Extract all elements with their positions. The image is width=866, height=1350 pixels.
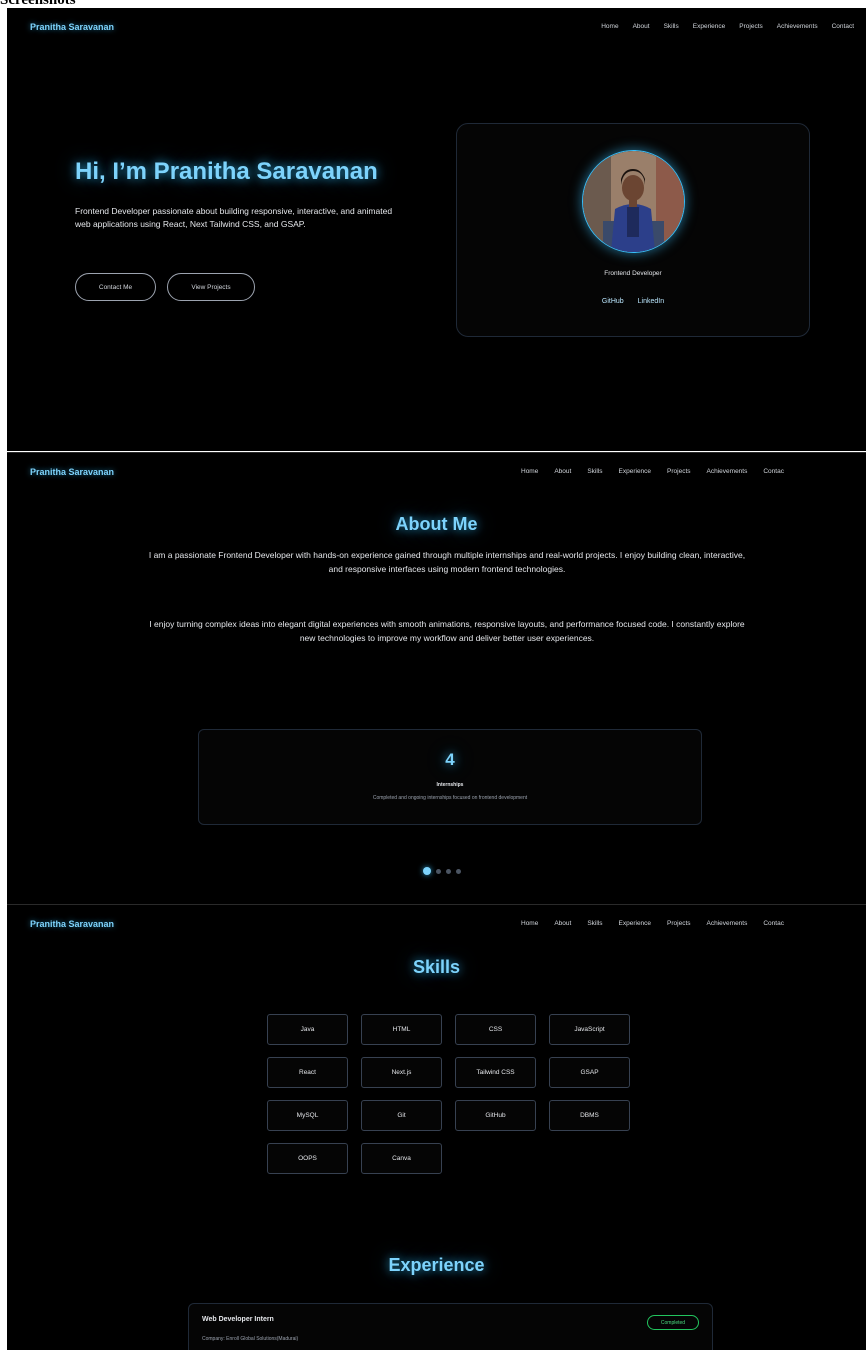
skill-chip: GSAP — [549, 1057, 630, 1088]
view-projects-button[interactable]: View Projects — [167, 273, 255, 301]
profile-avatar — [582, 150, 685, 253]
experience-company: Company: Enroll Global Solutions(Madurai… — [202, 1336, 299, 1342]
nav-links: Home About Skills Experience Projects Ac… — [521, 920, 784, 927]
nav-projects[interactable]: Projects — [739, 23, 762, 30]
profile-role: Frontend Developer — [604, 270, 662, 277]
linkedin-link[interactable]: LinkedIn — [638, 298, 664, 305]
brand-logo[interactable]: Pranitha Saravanan — [30, 919, 114, 929]
skill-chip: CSS — [455, 1014, 536, 1045]
profile-photo — [583, 151, 684, 252]
nav-skills[interactable]: Skills — [587, 920, 602, 927]
hero-screen: Pranitha Saravanan Home About Skills Exp… — [7, 8, 866, 451]
skill-chip: OOPS — [267, 1143, 348, 1174]
skill-chip: React — [267, 1057, 348, 1088]
skill-chip: Git — [361, 1100, 442, 1131]
experience-title: Experience — [388, 1255, 485, 1275]
skill-chip: JavaScript — [549, 1014, 630, 1045]
navbar: Pranitha Saravanan Home About Skills Exp… — [7, 905, 866, 945]
about-title: About Me — [395, 514, 478, 534]
nav-experience[interactable]: Experience — [693, 23, 726, 30]
nav-projects[interactable]: Projects — [667, 920, 690, 927]
skill-chip: DBMS — [549, 1100, 630, 1131]
hero-title: Hi, I’m Pranitha Saravanan — [75, 158, 378, 185]
nav-projects[interactable]: Projects — [667, 468, 690, 475]
nav-links: Home About Skills Experience Projects Ac… — [521, 468, 784, 475]
nav-contact[interactable]: Contac — [763, 468, 784, 475]
skill-chip: Java — [267, 1014, 348, 1045]
skills-screen: Pranitha Saravanan Home About Skills Exp… — [7, 904, 866, 1350]
brand-logo[interactable]: Pranitha Saravanan — [30, 467, 114, 477]
screenshots-caption: Screenshots — [0, 0, 76, 8]
about-paragraph-1: I am a passionate Frontend Developer wit… — [148, 550, 746, 574]
nav-contact[interactable]: Contac — [763, 920, 784, 927]
nav-about[interactable]: About — [554, 920, 571, 927]
status-badge: Completed — [647, 1315, 699, 1330]
nav-achievements[interactable]: Achievements — [777, 23, 818, 30]
skills-grid: Java HTML CSS JavaScript React Next.js T… — [267, 1014, 630, 1174]
experience-role: Web Developer Intern — [202, 1316, 274, 1323]
carousel-dot-4[interactable] — [456, 868, 461, 874]
stat-label: Internships — [436, 782, 464, 788]
experience-card: Web Developer Intern Company: Enroll Glo… — [188, 1303, 713, 1350]
nav-about[interactable]: About — [554, 468, 571, 475]
profile-links: GitHub LinkedIn — [457, 298, 809, 305]
nav-links: Home About Skills Experience Projects Ac… — [601, 23, 854, 30]
nav-experience[interactable]: Experience — [619, 468, 652, 475]
about-paragraph-2: I enjoy turning complex ideas into elega… — [149, 619, 745, 643]
carousel-dots — [423, 867, 461, 875]
github-link[interactable]: GitHub — [602, 298, 624, 305]
nav-achievements[interactable]: Achievements — [707, 468, 748, 475]
contact-me-button[interactable]: Contact Me — [75, 273, 156, 301]
skill-chip: MySQL — [267, 1100, 348, 1131]
navbar: Pranitha Saravanan Home About Skills Exp… — [7, 453, 866, 493]
nav-skills[interactable]: Skills — [664, 23, 679, 30]
skill-chip: Next.js — [361, 1057, 442, 1088]
nav-home[interactable]: Home — [521, 468, 538, 475]
carousel-dot-1[interactable] — [423, 867, 431, 875]
nav-home[interactable]: Home — [521, 920, 538, 927]
skill-chip: Canva — [361, 1143, 442, 1174]
brand-logo[interactable]: Pranitha Saravanan — [30, 22, 114, 32]
stat-number: 4 — [445, 750, 455, 769]
skill-chip: Tailwind CSS — [455, 1057, 536, 1088]
skill-chip: HTML — [361, 1014, 442, 1045]
stat-description: Completed and ongoing internships focuse… — [372, 795, 528, 801]
about-screen: Pranitha Saravanan Home About Skills Exp… — [7, 452, 866, 904]
carousel-dot-3[interactable] — [446, 868, 451, 874]
skills-title: Skills — [412, 957, 461, 977]
internships-stat-card: 4 Internships Completed and ongoing inte… — [198, 729, 702, 825]
hero-description: Frontend Developer passionate about buil… — [75, 206, 393, 229]
nav-about[interactable]: About — [633, 23, 650, 30]
nav-contact[interactable]: Contact — [832, 23, 854, 30]
navbar: Pranitha Saravanan Home About Skills Exp… — [7, 8, 866, 48]
nav-home[interactable]: Home — [601, 23, 618, 30]
profile-card: Frontend Developer GitHub LinkedIn — [456, 123, 810, 337]
nav-experience[interactable]: Experience — [619, 920, 652, 927]
carousel-dot-2[interactable] — [436, 868, 441, 874]
skill-chip: GitHub — [455, 1100, 536, 1131]
nav-achievements[interactable]: Achievements — [707, 920, 748, 927]
nav-skills[interactable]: Skills — [587, 468, 602, 475]
